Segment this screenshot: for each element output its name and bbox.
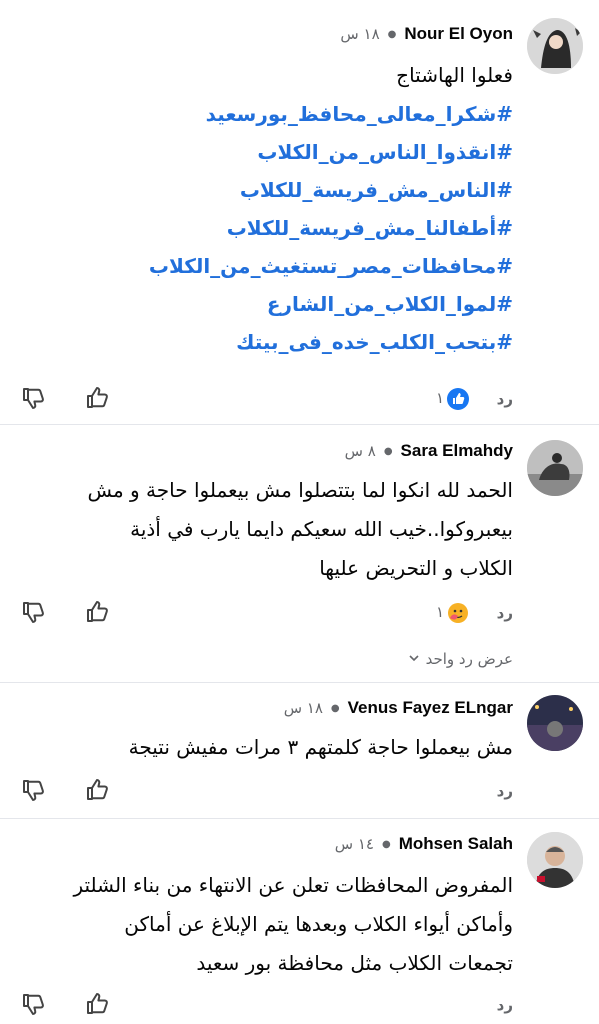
hashtag-link[interactable]: #شكرا_معالى_محافظ_بورسعيد (149, 95, 513, 133)
divider (0, 424, 599, 425)
avatar[interactable] (527, 832, 583, 888)
avatar[interactable] (527, 440, 583, 496)
comment-time[interactable]: ١٤ س (335, 835, 374, 853)
thumbs-up-icon[interactable] (84, 776, 112, 804)
avatar[interactable] (527, 18, 583, 74)
comment-body: الحمد لله انكوا لما بتتصلوا مش بيعملوا ح… (87, 471, 513, 588)
divider (0, 818, 599, 819)
reply-button[interactable]: رد (497, 996, 513, 1014)
view-replies-button[interactable]: عرض رد واحد (408, 650, 513, 668)
thumbs-down-icon[interactable] (20, 776, 48, 804)
reply-button[interactable]: رد (497, 604, 513, 622)
chevron-down-icon (408, 650, 420, 668)
reply-button[interactable]: رد (497, 390, 513, 408)
comment-time[interactable]: ١٨ س (284, 699, 323, 717)
thumbs-up-icon[interactable] (84, 598, 112, 626)
comment-body: فعلوا الهاشتاج #شكرا_معالى_محافظ_بورسعيد… (149, 56, 513, 361)
divider (0, 682, 599, 683)
hashtag-link[interactable]: #انقذوا_الناس_من_الكلاب (149, 133, 513, 171)
comment-text-line: تجمعات الكلاب مثل محافظة بور سعيد (196, 951, 513, 975)
separator-dot: ● (387, 28, 397, 40)
comment-text: فعلوا الهاشتاج (396, 63, 513, 87)
avatar[interactable] (527, 695, 583, 751)
thumbs-up-icon[interactable] (84, 990, 112, 1018)
author-name[interactable]: Venus Fayez ELngar (348, 698, 513, 718)
hashtag-link[interactable]: #لموا_الكلاب_من_الشارع (149, 285, 513, 323)
view-replies-label: عرض رد واحد (425, 650, 513, 668)
thumbs-down-icon[interactable] (20, 598, 48, 626)
hashtag-link[interactable]: #الناس_مش_فريسة_للكلاب (149, 171, 513, 209)
comment-body: المفروض المحافظات تعلن عن الانتهاء من بن… (73, 866, 513, 983)
comment-text-line: المفروض المحافظات تعلن عن الانتهاء من بن… (73, 873, 513, 897)
separator-dot: ● (383, 445, 393, 457)
hashtag-link[interactable]: #أطفالنا_مش_فريسة_للكلاب (149, 209, 513, 247)
comment-text-line: بيعبروكوا..خيب الله سعيكم دايما يارب في … (130, 517, 513, 541)
author-name[interactable]: Mohsen Salah (399, 834, 513, 854)
author-name[interactable]: Sara Elmahdy (401, 441, 513, 461)
care-icon[interactable] (447, 602, 469, 624)
comment-text-line: وأماكن أيواء الكلاب وبعدها يتم الإبلاغ ع… (124, 912, 513, 936)
thumbs-up-icon[interactable] (84, 384, 112, 412)
reply-button[interactable]: رد (497, 782, 513, 800)
separator-dot: ● (381, 838, 391, 850)
comment-time[interactable]: ١٨ س (340, 25, 379, 43)
reaction-count[interactable]: ١ (436, 389, 444, 407)
comment-body: مش بيعملوا حاجة كلمتهم ٣ مرات مفيش نتيجة (129, 728, 513, 767)
separator-dot: ● (330, 702, 340, 714)
thumbs-down-icon[interactable] (20, 384, 48, 412)
hashtag-link[interactable]: #محافظات_مصر_تستغيث_من_الكلاب (149, 247, 513, 285)
thumbs-down-icon[interactable] (20, 990, 48, 1018)
author-name[interactable]: Nour El Oyon (404, 24, 513, 44)
comment-text-line: الحمد لله انكوا لما بتتصلوا مش بيعملوا ح… (87, 478, 513, 502)
hashtag-link[interactable]: #بتحب_الكلب_خده_فى_بيتك (149, 323, 513, 361)
reaction-count[interactable]: ١ (436, 603, 444, 621)
comment-text-line: مش بيعملوا حاجة كلمتهم ٣ مرات مفيش نتيجة (128, 735, 513, 759)
comment-text-line: الكلاب و التحريض عليها (319, 556, 513, 580)
comment-time[interactable]: ٨ س (345, 442, 376, 460)
like-icon[interactable] (447, 388, 469, 410)
